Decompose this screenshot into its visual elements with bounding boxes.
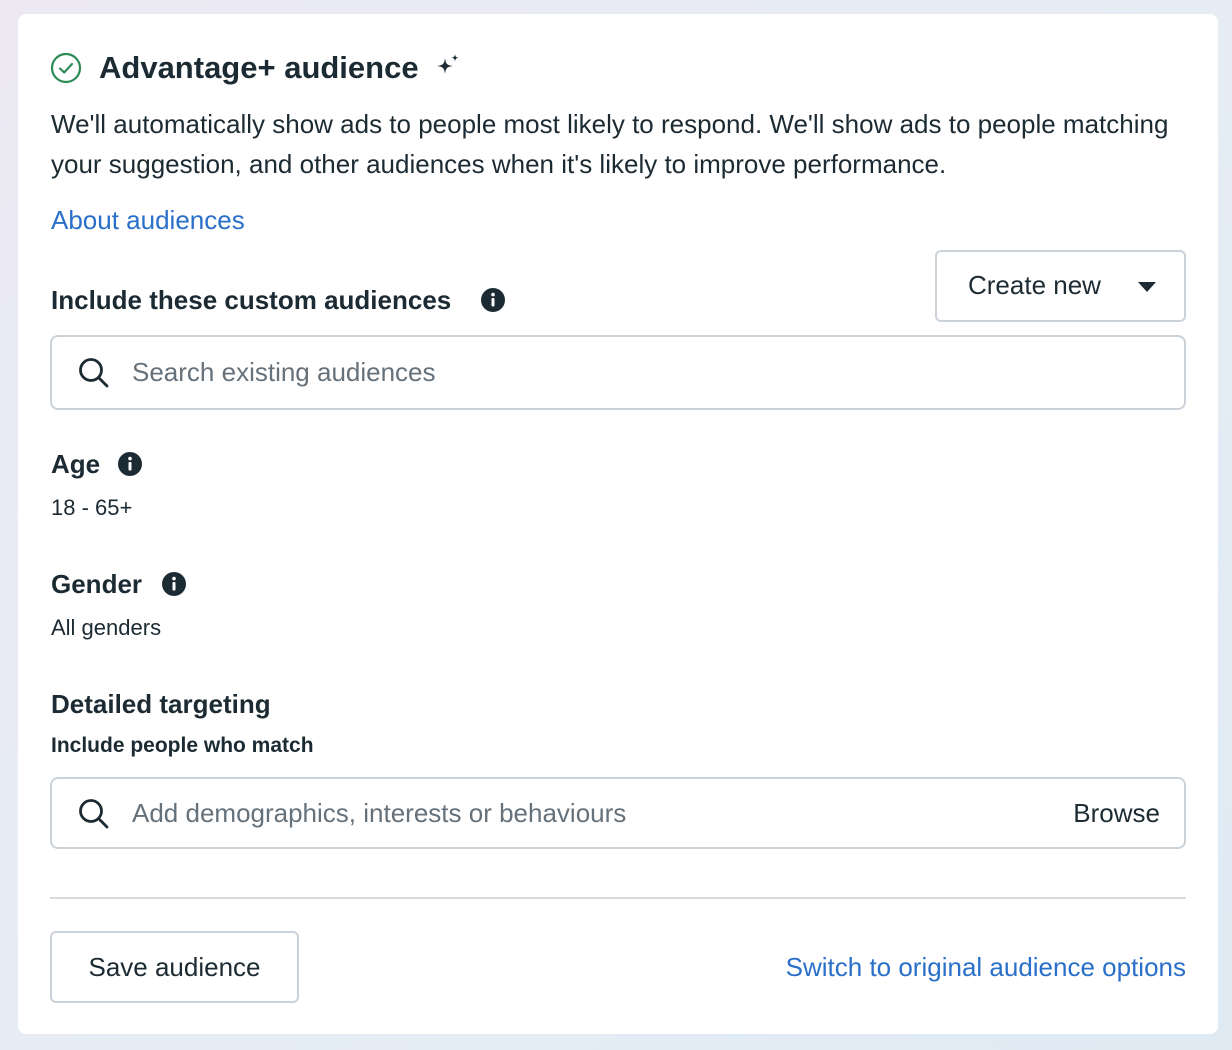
create-new-label: Create new [968, 270, 1101, 300]
age-label: Age [51, 449, 101, 479]
custom-audience-search-input[interactable] [132, 354, 1132, 390]
check-circle-icon [50, 52, 82, 84]
info-icon[interactable] [161, 571, 187, 597]
caret-down-icon [1138, 282, 1156, 292]
detailed-targeting-search-input[interactable] [132, 795, 1012, 831]
gender-label: Gender [51, 569, 143, 599]
gender-value: All genders [51, 615, 162, 640]
include-people-label: Include people who match [51, 734, 314, 757]
search-icon [79, 358, 109, 388]
info-icon[interactable] [480, 287, 506, 313]
search-icon [79, 799, 109, 829]
switch-to-original-audience-link[interactable]: Switch to original audience options [786, 950, 1186, 984]
browse-button[interactable]: Browse [1073, 797, 1160, 829]
audience-description: We'll automatically show ads to people m… [51, 109, 1169, 179]
detailed-targeting-search-field[interactable]: Browse [50, 777, 1186, 849]
save-audience-button[interactable]: Save audience [50, 931, 299, 1003]
sparkle-icon [437, 54, 459, 74]
advantage-audience-card: Advantage+ audience We'll automatically … [18, 14, 1218, 1034]
section-title: Advantage+ audience [99, 50, 419, 85]
custom-audience-search-field[interactable] [50, 335, 1186, 410]
custom-audiences-label: Include these custom audiences [51, 285, 452, 315]
detailed-targeting-label: Detailed targeting [51, 689, 271, 719]
create-new-button[interactable]: Create new [935, 250, 1186, 322]
info-icon[interactable] [117, 451, 143, 477]
divider [50, 897, 1186, 899]
about-audiences-link[interactable]: About audiences [51, 200, 245, 240]
age-value: 18 - 65+ [51, 495, 133, 520]
